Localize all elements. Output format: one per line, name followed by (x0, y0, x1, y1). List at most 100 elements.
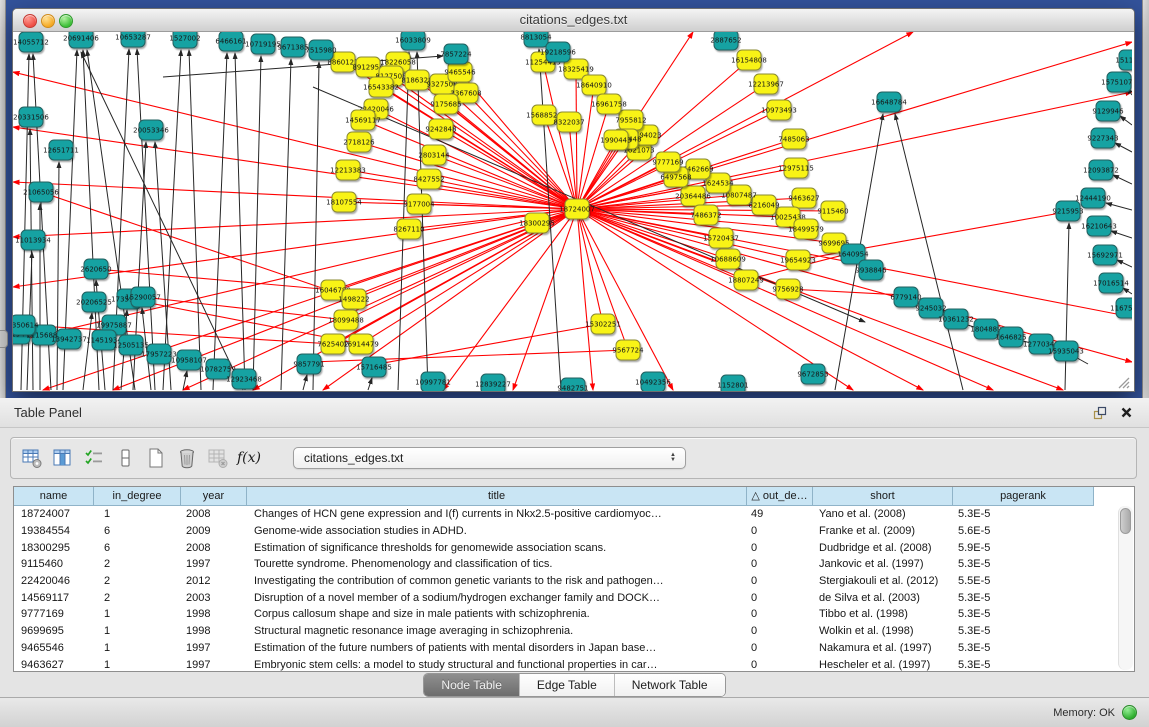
table-scrollbar-thumb[interactable] (1120, 508, 1131, 534)
column-header-year[interactable]: year (181, 487, 247, 506)
table-scrollbar[interactable] (1118, 506, 1133, 670)
table-row[interactable]: 946362711997Embryonic stem cells: a mode… (14, 656, 1134, 672)
table-cell: 5.3E-5 (953, 625, 1094, 637)
graph-edge (1117, 260, 1132, 267)
network-window: citations_edges.txt 18724007183002958860… (12, 8, 1135, 392)
create-column-icon[interactable] (143, 446, 169, 470)
graph-node-label: 15692971 (1087, 252, 1123, 260)
graph-node-label: 1527002 (169, 35, 200, 43)
graph-node-label: 16154808 (731, 57, 767, 65)
column-header-out_de[interactable]: △ out_de… (747, 487, 813, 506)
graph-node-label: 2803144 (418, 152, 450, 160)
graph-edge (303, 375, 307, 390)
panel-splitter-handle[interactable] (0, 330, 8, 348)
table-cell: de Silva et al. (2003) (813, 592, 953, 604)
graph-edge (183, 371, 187, 390)
table-cell: 0 (747, 525, 813, 537)
table-selector-dropdown[interactable]: citations_edges.txt ▲▼ (293, 447, 686, 469)
tab-node-table[interactable]: Node Table (424, 674, 519, 696)
column-header-short[interactable]: short (813, 487, 953, 506)
graph-node-label: 15716485 (356, 364, 392, 372)
table-cell: 0 (747, 558, 813, 570)
table-cell: 19384554 (14, 525, 94, 537)
table-row[interactable]: 1456911722003Disruption of a novel membe… (14, 589, 1134, 606)
table-row[interactable]: 1938455462009Genome-wide association stu… (14, 523, 1134, 540)
graph-edge (577, 209, 923, 390)
graph-node-label: 1498222 (338, 296, 369, 304)
memory-status-label: Memory: OK (1053, 707, 1115, 719)
tab-network-table[interactable]: Network Table (614, 674, 725, 696)
graph-node-label: 6466161 (215, 38, 246, 46)
function-builder-icon[interactable]: f(x) (236, 446, 262, 470)
column-header-pagerank[interactable]: pagerank (953, 487, 1094, 506)
graph-edge (577, 209, 1063, 390)
network-canvas[interactable]: 1872400718300295886012389129541822605881… (13, 32, 1132, 391)
table-cell: 22420046 (14, 575, 94, 587)
graph-node-label: 17016514 (1093, 280, 1129, 288)
tab-edge-table[interactable]: Edge Table (519, 674, 614, 696)
graph-node-label: 18640910 (576, 82, 612, 90)
table-header-row: namein_degreeyeartitle△ out_de…shortpage… (14, 487, 1134, 506)
table-row[interactable]: 1872400712008Changes of HCN gene express… (14, 506, 1134, 523)
graph-node-label: 9777169 (652, 159, 683, 167)
graph-edge (577, 209, 593, 390)
graph-node-label: 16648784 (871, 99, 907, 107)
table-row[interactable]: 1830029562008Estimation of significance … (14, 539, 1134, 556)
table-cell: Yano et al. (2008) (813, 508, 953, 520)
graph-node-label: 9115460 (817, 208, 848, 216)
delete-table-icon[interactable] (205, 446, 231, 470)
unselect-all-columns-icon[interactable] (112, 446, 138, 470)
table-row[interactable]: 969969511998Structural magnetic resonanc… (14, 623, 1134, 640)
network-graph-svg[interactable]: 1872400718300295886012389129541822605881… (13, 32, 1132, 391)
graph-edge (13, 209, 577, 237)
memory-indicator[interactable] (1122, 705, 1137, 720)
table-row[interactable]: 2242004622012Investigating the contribut… (14, 573, 1134, 590)
graph-edge (1115, 143, 1132, 152)
graph-node-label: 7857224 (440, 51, 472, 59)
table-cell: 2 (94, 575, 181, 587)
delete-columns-icon[interactable] (174, 446, 200, 470)
graph-node-label: 8427552 (413, 176, 444, 184)
graph-node-label: 10782759 (200, 366, 236, 374)
table-cell: 1 (94, 625, 181, 637)
table-row[interactable]: 977716911998Corpus callosum shape and si… (14, 606, 1134, 623)
table-cell: 0 (747, 608, 813, 620)
table-row[interactable]: 911546021997Tourette syndrome. Phenomeno… (14, 556, 1134, 573)
network-window-titlebar[interactable]: citations_edges.txt (13, 9, 1134, 32)
graph-node-label: 16543382 (363, 84, 399, 92)
graph-node-label: 12213967 (748, 81, 784, 89)
graph-node-label: 9227343 (1087, 135, 1118, 143)
float-panel-icon[interactable] (1091, 404, 1109, 422)
table-mode-icon[interactable] (19, 446, 45, 470)
graph-node-label: 2620650 (80, 266, 111, 274)
graph-node-label: 7486372 (690, 212, 721, 220)
graph-node-label: 9938846 (855, 267, 887, 275)
window-resize-grip[interactable] (1115, 374, 1130, 389)
table-cell: Disruption of a novel member of a sodium… (247, 592, 747, 604)
select-all-columns-icon[interactable] (81, 446, 107, 470)
graph-edge (281, 59, 291, 390)
show-column-icon[interactable] (50, 446, 76, 470)
graph-node-label: 9567724 (612, 347, 644, 355)
table-cell: 5.3E-5 (953, 642, 1094, 654)
graph-node-label: 10688609 (710, 256, 746, 264)
close-panel-icon[interactable] (1117, 404, 1135, 422)
graph-edge (434, 155, 577, 209)
graph-node-label: 18325419 (558, 66, 594, 74)
graph-node-label: 20691406 (63, 35, 99, 43)
graph-node-label: 8267110 (393, 226, 424, 234)
table-type-tabs: Node TableEdge TableNetwork Table (423, 673, 725, 697)
column-header-title[interactable]: title (247, 487, 747, 506)
table-cell: Estimation of significance thresholds fo… (247, 542, 747, 554)
graph-node-label: 1511304 (1115, 57, 1132, 65)
table-row[interactable]: 946554611997Estimation of the future num… (14, 640, 1134, 657)
column-header-in_degree[interactable]: in_degree (94, 487, 181, 506)
graph-node-label: 8813054 (520, 34, 552, 42)
graph-node-label: 18300295 (519, 220, 555, 228)
graph-node-label: 10492356 (635, 379, 671, 387)
table-cell: 1 (94, 659, 181, 671)
graph-node-label: 15935043 (1048, 348, 1084, 356)
column-header-name[interactable]: name (14, 487, 94, 506)
table-cell: 18300295 (14, 542, 94, 554)
table-cell: 0 (747, 625, 813, 637)
